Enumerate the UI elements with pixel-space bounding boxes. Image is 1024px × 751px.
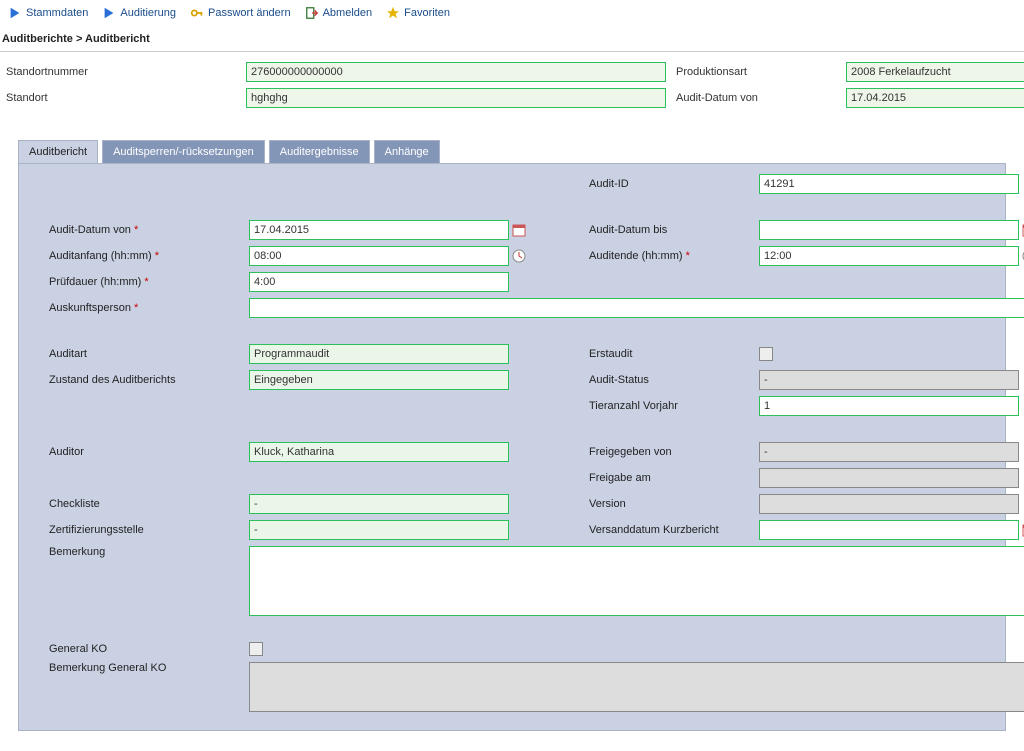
version-label: Version	[589, 498, 759, 510]
tab-auditergebnisse[interactable]: Auditergebnisse	[269, 140, 370, 163]
auskunftsperson-label: Auskunftsperson	[49, 302, 249, 314]
nav-passwort[interactable]: Passwort ändern	[188, 4, 299, 22]
audit-datum-bis-input[interactable]	[759, 220, 1019, 240]
logout-icon	[305, 6, 319, 20]
versanddatum-label: Versanddatum Kurzbericht	[589, 524, 759, 536]
auditor-label: Auditor	[49, 446, 249, 458]
auditanfang-input[interactable]	[249, 246, 509, 266]
play-icon	[102, 6, 116, 20]
breadcrumb: Auditberichte > Auditbericht	[0, 27, 1024, 52]
auditende-input[interactable]	[759, 246, 1019, 266]
top-nav: Stammdaten Auditierung Passwort ändern A…	[0, 0, 1024, 27]
auditart-field	[249, 344, 509, 364]
auskunftsperson-input[interactable]	[249, 298, 1024, 318]
auditor-field	[249, 442, 509, 462]
bemerkung-label: Bemerkung	[49, 546, 249, 558]
audit-datum-bis-label: Audit-Datum bis	[589, 224, 759, 236]
audit-datum-von-input[interactable]	[249, 220, 509, 240]
freigabe-am-field	[759, 468, 1019, 488]
nav-favoriten[interactable]: Favoriten	[384, 4, 458, 22]
auditart-label: Auditart	[49, 348, 249, 360]
nav-label: Favoriten	[404, 7, 450, 19]
audit-datum-von-field	[846, 88, 1024, 108]
erstaudit-label: Erstaudit	[589, 348, 759, 360]
freigegeben-von-field	[759, 442, 1019, 462]
tieranzahl-input[interactable]	[759, 396, 1019, 416]
produktionsart-label: Produktionsart	[676, 66, 836, 78]
pruefdauer-input[interactable]	[249, 272, 509, 292]
calendar-icon[interactable]	[511, 222, 527, 238]
standort-field	[246, 88, 666, 108]
audit-status-label: Audit-Status	[589, 374, 759, 386]
checkliste-field	[249, 494, 509, 514]
auditanfang-label: Auditanfang (hh:mm)	[49, 250, 249, 262]
auditende-label: Auditende (hh:mm)	[589, 250, 759, 262]
zertstelle-field	[249, 520, 509, 540]
audit-datum-von-form-label: Audit-Datum von	[49, 224, 249, 236]
nav-label: Stammdaten	[26, 7, 88, 19]
tieranzahl-label: Tieranzahl Vorjahr	[589, 400, 759, 412]
star-icon	[386, 6, 400, 20]
general-ko-checkbox[interactable]	[249, 642, 263, 656]
key-icon	[190, 6, 204, 20]
clock-icon[interactable]	[511, 248, 527, 264]
bemerkung-ko-label: Bemerkung General KO	[49, 662, 249, 674]
produktionsart-field	[846, 62, 1024, 82]
zertstelle-label: Zertifizierungsstelle	[49, 524, 249, 536]
standortnummer-field	[246, 62, 666, 82]
freigegeben-von-label: Freigegeben von	[589, 446, 759, 458]
zustand-label: Zustand des Auditberichts	[49, 374, 249, 386]
play-icon	[8, 6, 22, 20]
tab-auditbericht[interactable]: Auditbericht	[18, 140, 98, 163]
bemerkung-ko-textarea	[249, 662, 1024, 712]
tab-auditsperren[interactable]: Auditsperren/-rücksetzungen	[102, 140, 265, 163]
tab-anhaenge[interactable]: Anhänge	[374, 140, 440, 163]
version-field	[759, 494, 1019, 514]
versanddatum-input[interactable]	[759, 520, 1019, 540]
nav-auditierung[interactable]: Auditierung	[100, 4, 184, 22]
tab-panel-auditbericht: Audit-ID Audit-Datum von Audit-Datum bis…	[18, 163, 1006, 731]
audit-id-label: Audit-ID	[589, 178, 759, 190]
standortnummer-label: Standortnummer	[6, 66, 236, 78]
tab-bar: Auditbericht Auditsperren/-rücksetzungen…	[18, 140, 1024, 163]
header-section: Standortnummer Produktionsart Standort A…	[0, 58, 1024, 122]
nav-stammdaten[interactable]: Stammdaten	[6, 4, 96, 22]
nav-label: Auditierung	[120, 7, 176, 19]
nav-label: Passwort ändern	[208, 7, 291, 19]
audit-datum-von-label: Audit-Datum von	[676, 92, 836, 104]
erstaudit-checkbox[interactable]	[759, 347, 773, 361]
standort-label: Standort	[6, 92, 236, 104]
pruefdauer-label: Prüfdauer (hh:mm)	[49, 276, 249, 288]
nav-abmelden[interactable]: Abmelden	[303, 4, 381, 22]
nav-label: Abmelden	[323, 7, 373, 19]
general-ko-label: General KO	[49, 643, 249, 655]
freigabe-am-label: Freigabe am	[589, 472, 759, 484]
zustand-field	[249, 370, 509, 390]
audit-status-field	[759, 370, 1019, 390]
checkliste-label: Checkliste	[49, 498, 249, 510]
audit-id-field[interactable]	[759, 174, 1019, 194]
bemerkung-textarea[interactable]	[249, 546, 1024, 616]
